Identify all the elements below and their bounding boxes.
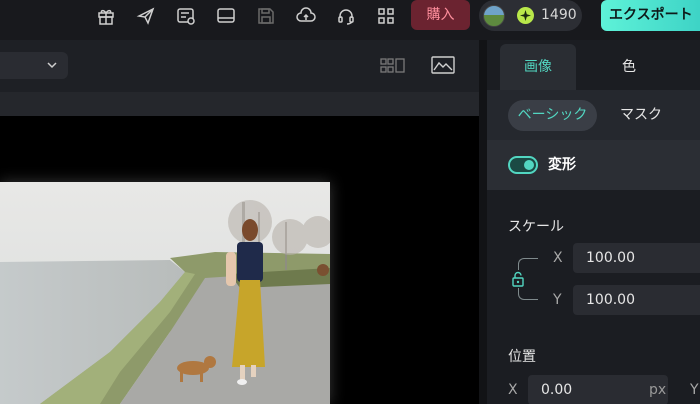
tab-color[interactable]: 色 <box>591 44 667 90</box>
headset-icon[interactable] <box>336 6 356 26</box>
position-x-label: X <box>508 382 518 398</box>
coin-icon <box>517 7 534 24</box>
credits-badge[interactable]: 1490 <box>479 0 582 31</box>
scale-y-input[interactable]: 100.00 <box>573 285 700 315</box>
lock-bracket-bottom <box>518 288 538 300</box>
buy-button[interactable]: 購入 <box>411 0 470 30</box>
inspector-panel: 画像 色 ベーシック マスク 変形 スケール X 100.00 Y 100.00… <box>487 40 700 404</box>
transform-toggle[interactable] <box>508 156 538 174</box>
chevron-down-icon <box>47 62 57 69</box>
top-toolbar: 購入 1490 エクスポート <box>0 0 700 32</box>
scale-x-input[interactable]: 100.00 <box>573 243 700 273</box>
cloud-upload-icon[interactable] <box>296 6 316 26</box>
credits-count: 1490 <box>541 7 577 23</box>
grid-icon[interactable] <box>376 6 396 26</box>
inspector-tabs: 画像 色 <box>487 40 700 90</box>
task-list-icon[interactable] <box>176 6 196 26</box>
screen-icon[interactable] <box>216 6 236 26</box>
position-x-input[interactable]: 0.00 <box>528 375 668 404</box>
preview-photo[interactable] <box>0 182 330 404</box>
inspector-subtabs: ベーシック マスク <box>487 90 700 140</box>
lock-bracket-top <box>518 258 538 270</box>
preview-dropdown[interactable] <box>0 52 68 79</box>
send-icon[interactable] <box>136 6 156 26</box>
subtab-basic[interactable]: ベーシック <box>508 100 597 131</box>
subtab-mask[interactable]: マスク <box>611 100 671 131</box>
position-x-unit: px <box>649 382 667 398</box>
preview-canvas[interactable] <box>0 116 479 404</box>
image-view-icon[interactable] <box>431 55 455 77</box>
layout-view-icon[interactable] <box>380 55 406 77</box>
scale-label: スケール <box>508 219 564 235</box>
preview-ruler <box>0 92 479 116</box>
avatar[interactable] <box>483 5 505 27</box>
section-title: 変形 <box>548 157 576 173</box>
tab-image[interactable]: 画像 <box>500 44 576 90</box>
scale-y-label: Y <box>553 292 562 308</box>
photo-image <box>0 182 330 404</box>
preview-header <box>0 40 479 92</box>
gift-icon[interactable] <box>96 6 116 26</box>
toggle-knob <box>524 160 534 170</box>
position-label: 位置 <box>508 349 536 365</box>
export-button[interactable]: エクスポート <box>601 0 700 31</box>
save-icon[interactable] <box>256 6 276 26</box>
scale-x-label: X <box>553 250 563 266</box>
lock-icon[interactable] <box>511 271 525 287</box>
position-y-label: Y <box>690 382 699 398</box>
panel-divider[interactable] <box>479 40 487 404</box>
